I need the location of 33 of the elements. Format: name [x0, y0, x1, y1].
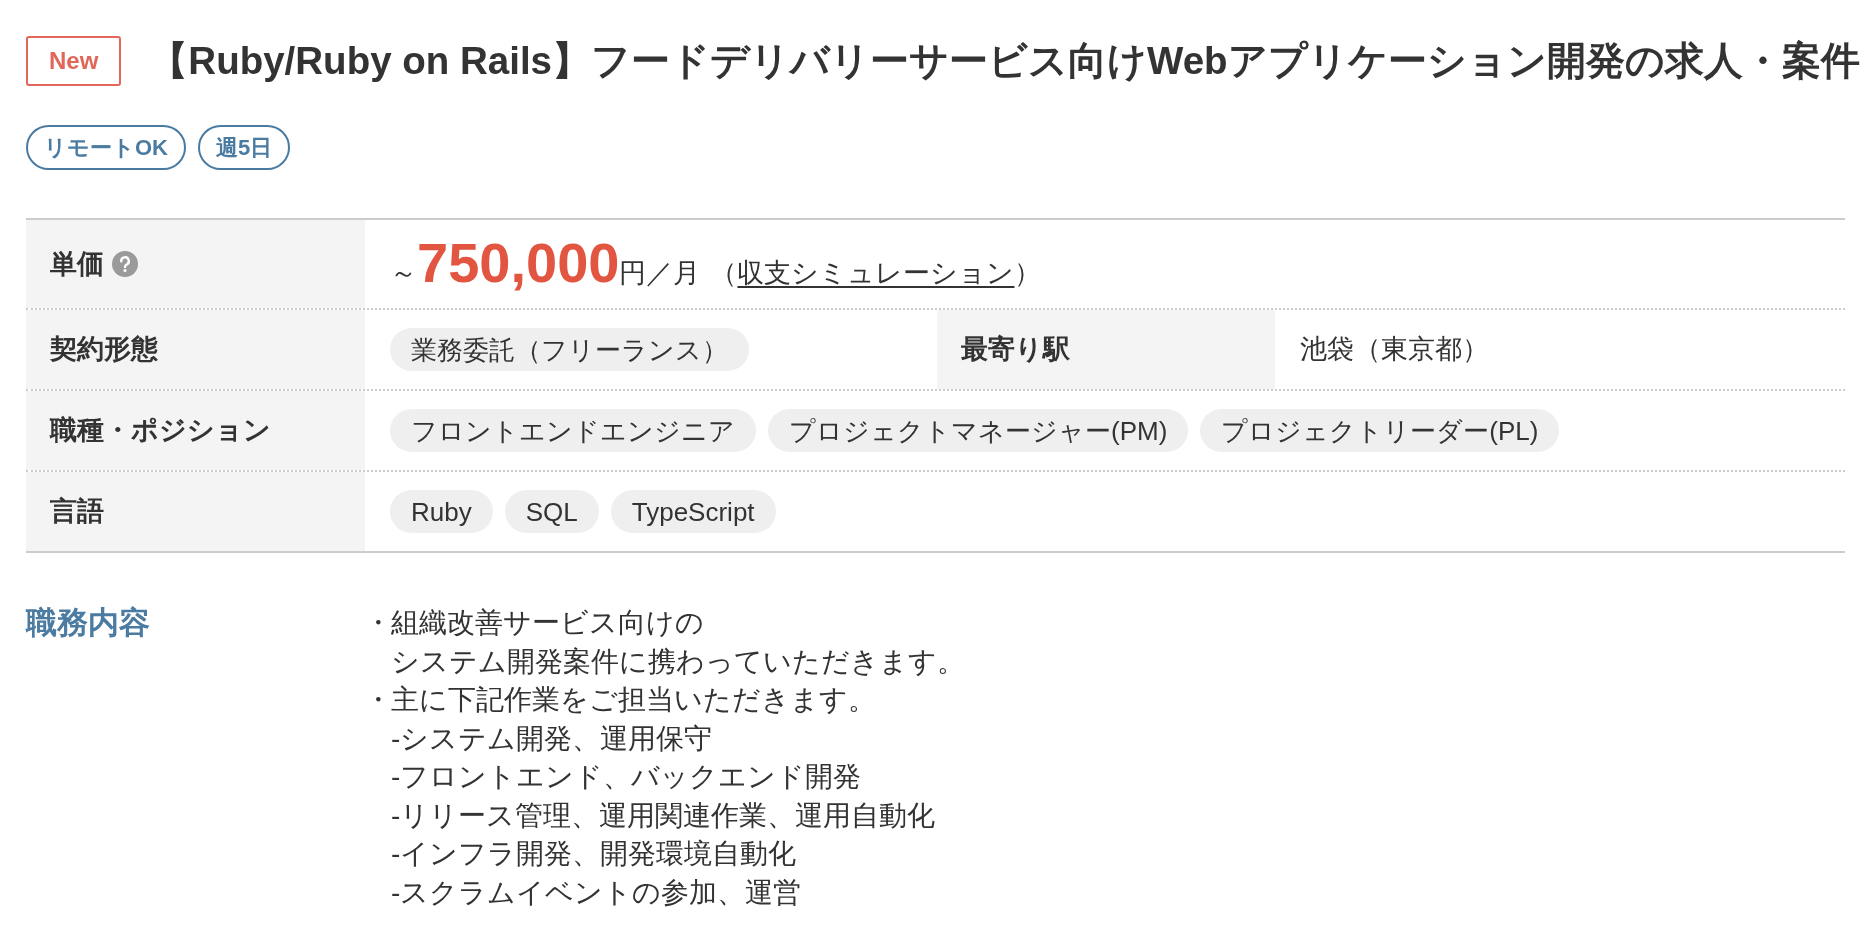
feature-tag: 週5日 — [198, 125, 291, 170]
description-text: 組織改善サービス向けの — [391, 606, 705, 640]
tag-chip: プロジェクトリーダー(PL) — [1200, 409, 1560, 452]
help-icon[interactable] — [112, 251, 138, 277]
tag-chip: TypeScript — [610, 490, 776, 533]
bullet-mark: ・ — [364, 606, 391, 640]
simulation-link[interactable]: 収支シミュレーション — [737, 252, 1015, 294]
description-text: システム開発案件に携わっていただきます。 — [391, 644, 965, 679]
feature-tag: リモートOK — [26, 125, 186, 170]
tag-chip: SQL — [504, 490, 599, 533]
task-item: -システム開発、運用保守 — [391, 721, 714, 756]
tag-chip: フロントエンドエンジニア — [390, 409, 756, 452]
label-text: 単価 — [50, 247, 104, 281]
label-text: 契約形態 — [50, 333, 158, 367]
price-text: ～750,000円／月 — [390, 234, 701, 294]
label-text: 最寄り駅 — [961, 333, 1070, 367]
tag-chip: 業務委託（フリーランス） — [390, 328, 749, 371]
paren-text: ） — [1014, 256, 1042, 290]
task-item: -フロントエンド、バックエンド開発 — [391, 760, 863, 794]
section-heading: 職務内容 — [26, 604, 151, 642]
job-title: 【Ruby/Ruby on Rails】フードデリバリーサービス向けWebアプリケーション開発の求人・案件 — [149, 41, 1860, 81]
description-text: 主に下記作業をご担当いただきます。 — [391, 683, 877, 717]
paren-text: （ — [710, 256, 738, 290]
task-item: -リリース管理、運用関連作業、運用自動化 — [391, 798, 936, 833]
label-text: 言語 — [50, 495, 104, 529]
tag-chip: プロジェクトマネージャー(PM) — [768, 409, 1189, 452]
bullet-mark: ・ — [364, 683, 391, 717]
label-text: 職種・ポジション — [50, 414, 271, 448]
value-text: 池袋（東京都） — [1300, 333, 1489, 367]
new-badge: New — [26, 36, 122, 86]
task-item: -インフラ開発、開発環境自動化 — [391, 837, 798, 871]
task-item: -スクラムイベントの参加、運営 — [391, 875, 803, 910]
tag-chip: Ruby — [390, 490, 493, 533]
